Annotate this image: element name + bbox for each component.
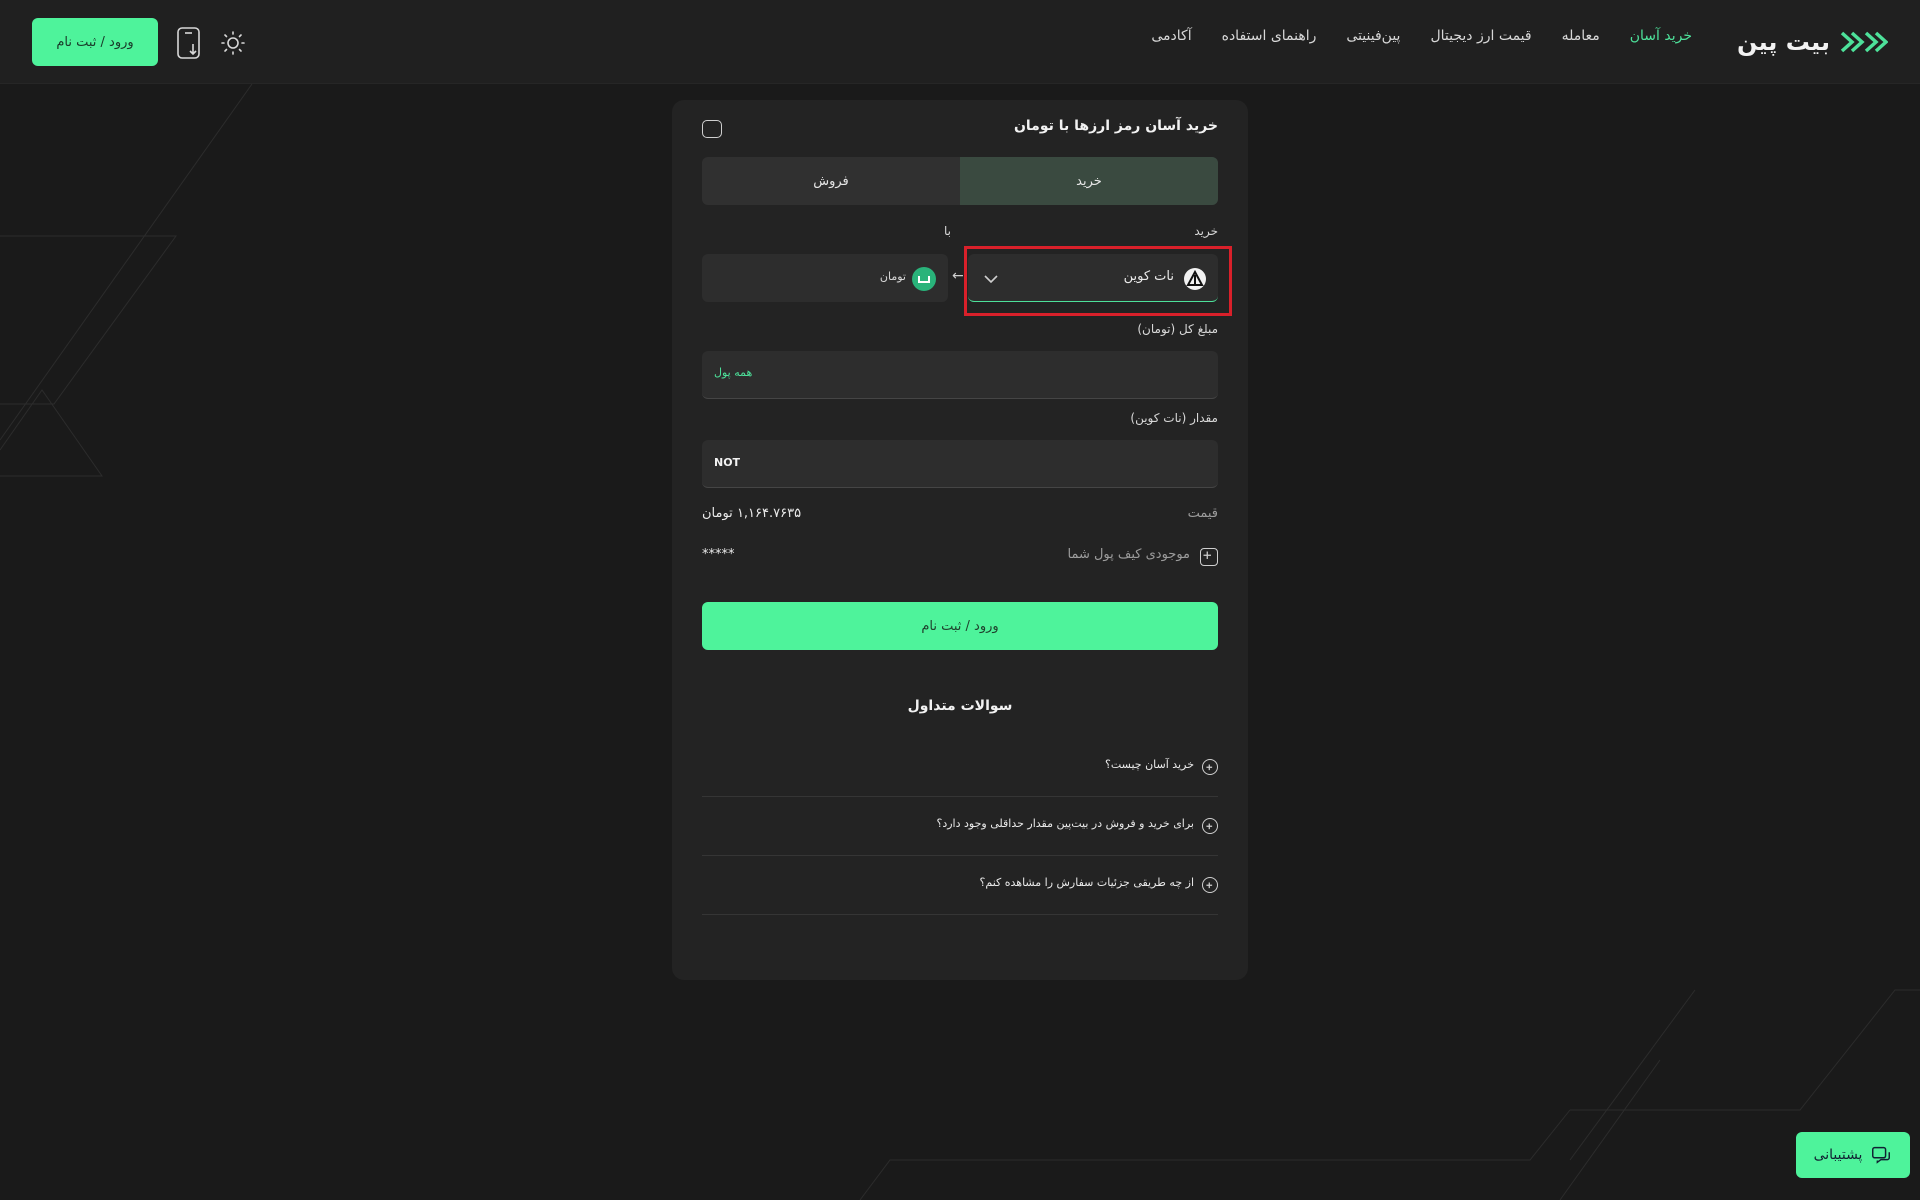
submit-login-button[interactable]: ورود / ثبت نام <box>702 602 1218 650</box>
easy-buy-card: خرید آسان رمز ارزها با تومان خرید فروش خ… <box>672 100 1248 980</box>
buy-sell-tabs: خرید فروش <box>702 157 1218 205</box>
toman-icon <box>912 267 936 291</box>
with-label: با <box>944 224 951 238</box>
faq-title: سوالات متداول <box>907 698 1013 714</box>
tab-sell[interactable]: فروش <box>702 157 960 205</box>
balance-label: موجودی کیف پول شما <box>1067 547 1190 562</box>
card-title: خرید آسان رمز ارزها با تومان <box>1013 118 1218 134</box>
amount-label: مقدار (نات کوین) <box>1130 411 1218 425</box>
main-nav: خرید آسان معامله قیمت ارز دیجیتال پین‌فی… <box>1151 28 1692 44</box>
settings-icon[interactable] <box>702 120 722 138</box>
download-app-icon <box>177 27 200 59</box>
nav-easy-buy[interactable]: خرید آسان <box>1630 28 1692 44</box>
theme-toggle-button[interactable] <box>220 30 246 56</box>
logo-text: بیت پین <box>1737 28 1830 56</box>
amount-unit: NOT <box>714 456 741 469</box>
nav-trade[interactable]: معامله <box>1562 28 1600 44</box>
expand-plus-icon <box>1202 877 1218 893</box>
app-download-button[interactable] <box>176 26 202 60</box>
expand-plus-icon <box>1202 818 1218 834</box>
sun-icon <box>221 31 245 55</box>
highlight-box <box>964 246 1232 316</box>
balance-value: ***** <box>702 547 735 562</box>
total-amount-field[interactable]: همه پول <box>702 351 1218 399</box>
chat-icon <box>1872 1146 1891 1164</box>
arrow-left-icon: ← <box>952 268 964 284</box>
total-amount-input[interactable] <box>702 351 1218 398</box>
faq-question: از چه طریقی جزئیات سفارش را مشاهده کنم؟ <box>979 876 1194 889</box>
top-header: بیت پین خرید آسان معامله قیمت ارز دیجیتا… <box>0 0 1920 84</box>
expand-plus-icon <box>1202 759 1218 775</box>
nav-guide[interactable]: راهنمای استفاده <box>1222 28 1317 44</box>
nav-academy[interactable]: آکادمی <box>1151 28 1191 44</box>
nav-prices[interactable]: قیمت ارز دیجیتال <box>1430 28 1531 44</box>
faq-item[interactable]: خرید آسان چیست؟ <box>702 738 1218 797</box>
faq-item[interactable]: از چه طریقی جزئیات سفارش را مشاهده کنم؟ <box>702 856 1218 915</box>
tab-buy[interactable]: خرید <box>960 157 1218 205</box>
logo[interactable]: بیت پین <box>1737 22 1888 62</box>
faq-item[interactable]: برای خرید و فروش در بیت‌پین مقدار حداقلی… <box>702 797 1218 856</box>
add-balance-icon[interactable] <box>1200 548 1218 566</box>
coin-amount-field[interactable]: NOT <box>702 440 1218 488</box>
coin-amount-input[interactable] <box>702 440 1218 487</box>
support-label: پشتیبانی <box>1813 1147 1863 1163</box>
support-button[interactable]: پشتیبانی <box>1796 1132 1910 1178</box>
all-money-button[interactable]: همه پول <box>714 366 752 379</box>
total-label: مبلغ کل (تومان) <box>1137 322 1218 336</box>
faq-question: برای خرید و فروش در بیت‌پین مقدار حداقلی… <box>936 817 1195 830</box>
pay-currency-name: تومان <box>879 270 906 283</box>
pay-currency-select[interactable]: تومان <box>702 254 948 302</box>
faq-question: خرید آسان چیست؟ <box>1105 758 1194 771</box>
buy-label: خرید <box>1194 224 1218 238</box>
logo-mark-icon <box>1840 31 1888 53</box>
nav-pinfinity[interactable]: پین‌فینیتی <box>1346 28 1400 44</box>
price-label: قیمت <box>1187 506 1218 521</box>
price-value: ۱,۱۶۴.۷۶۳۵ تومان <box>702 506 802 521</box>
login-register-button[interactable]: ورود / ثبت نام <box>32 18 158 66</box>
